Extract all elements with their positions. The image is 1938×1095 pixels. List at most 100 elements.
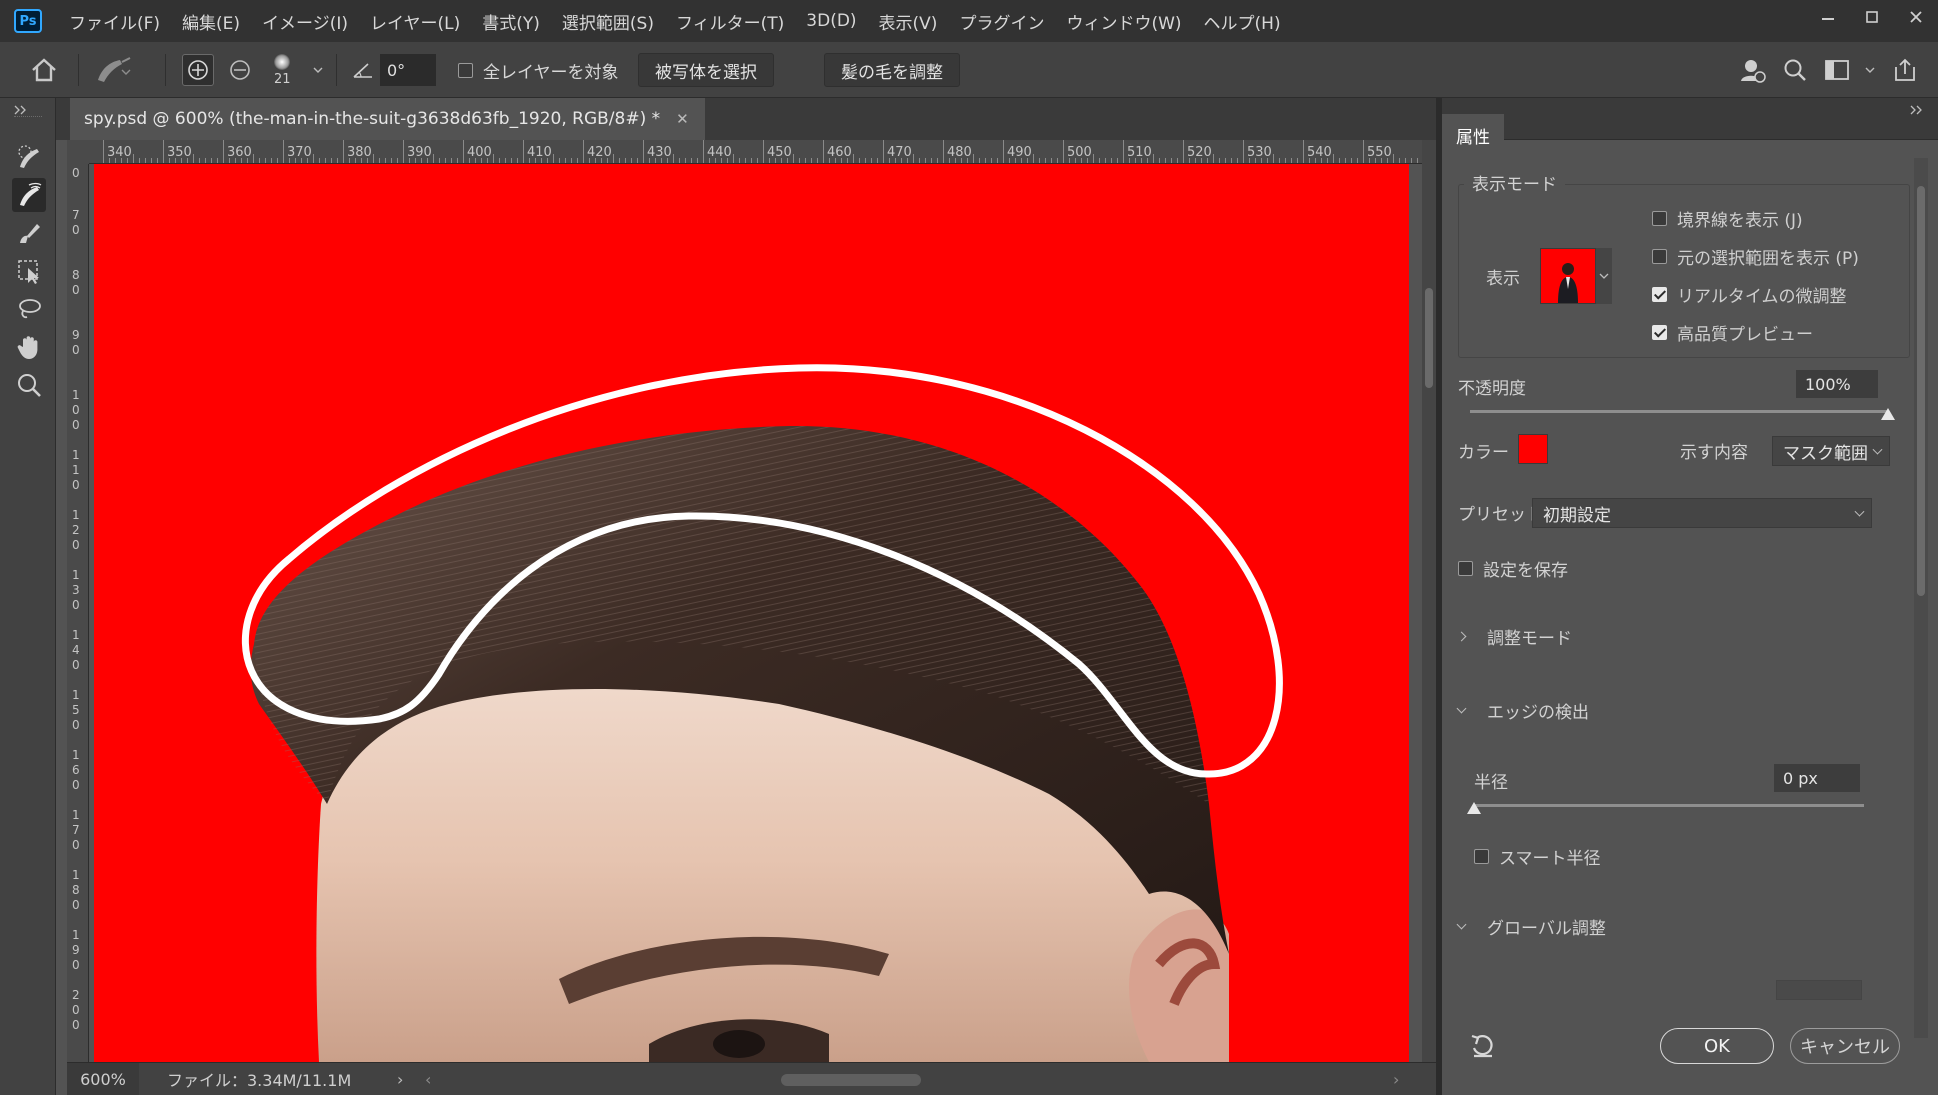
zoom-tool-icon[interactable] — [12, 368, 46, 402]
close-window-icon[interactable] — [1894, 0, 1938, 34]
ruler-minor-tick — [457, 158, 458, 163]
radius-input[interactable]: 0 px — [1774, 764, 1860, 792]
brush-size-picker[interactable]: 21 — [274, 42, 291, 98]
document-tab[interactable]: spy.psd @ 600% (the-man-in-the-suit-g363… — [70, 98, 705, 140]
menu-help[interactable]: ヘルプ(H) — [1193, 9, 1292, 34]
menu-image[interactable]: イメージ(I) — [251, 9, 359, 34]
minimize-icon[interactable] — [1806, 0, 1850, 34]
realtime-refine-checkbox[interactable] — [1652, 287, 1667, 302]
share-icon[interactable] — [1892, 42, 1918, 98]
menu-select[interactable]: 選択範囲(S) — [551, 9, 665, 34]
ruler-minor-tick — [271, 158, 272, 163]
ruler-minor-tick — [895, 158, 896, 163]
indicates-dropdown[interactable]: マスク範囲 — [1772, 436, 1890, 466]
lasso-tool-icon[interactable] — [12, 292, 46, 326]
ruler-minor-tick — [1231, 158, 1232, 163]
high-quality-preview-checkbox[interactable] — [1652, 325, 1667, 340]
vertical-scroll-thumb[interactable] — [1425, 288, 1433, 388]
ok-button[interactable]: OK — [1660, 1028, 1774, 1064]
close-tab-icon[interactable]: ✕ — [676, 110, 689, 128]
hand-tool-icon[interactable] — [12, 330, 46, 364]
ruler-minor-tick — [733, 154, 734, 163]
reset-icon[interactable] — [1468, 1032, 1498, 1065]
ruler-minor-tick — [955, 158, 956, 163]
menu-file[interactable]: ファイル(F) — [58, 9, 171, 34]
menu-edit[interactable]: 編集(E) — [171, 9, 251, 34]
subtract-from-selection-icon[interactable] — [228, 42, 252, 98]
panel-scroll-thumb[interactable] — [1917, 186, 1925, 596]
high-quality-preview-option[interactable]: 高品質プレビュー — [1652, 320, 1813, 345]
ruler-minor-tick — [355, 158, 356, 163]
cancel-button[interactable]: キャンセル — [1790, 1028, 1900, 1064]
ruler-label: 410 — [527, 145, 552, 160]
global-refinements-field[interactable] — [1776, 980, 1862, 1000]
status-expand-icon[interactable]: › — [397, 1070, 403, 1089]
radius-slider-track[interactable] — [1474, 804, 1864, 807]
panel-scrollbar[interactable] — [1914, 158, 1928, 1038]
menu-3d[interactable]: 3D(D) — [795, 11, 867, 31]
menu-filter[interactable]: フィルター(T) — [665, 9, 795, 34]
remember-settings-checkbox[interactable] — [1458, 561, 1473, 576]
angle-input[interactable]: 0° — [380, 54, 436, 86]
workspace-icon[interactable] — [1824, 42, 1850, 98]
brush-tool-icon[interactable] — [12, 216, 46, 250]
ruler-label: 490 — [1007, 145, 1032, 160]
view-chevron-down-icon[interactable] — [1596, 248, 1612, 304]
sample-all-layers-toggle[interactable]: 全レイヤーを対象 — [458, 42, 619, 98]
show-edge-option[interactable]: 境界線を表示 (J) — [1652, 206, 1803, 231]
preset-dropdown[interactable]: 初期設定 — [1532, 498, 1872, 528]
sample-all-layers-checkbox[interactable] — [458, 62, 473, 78]
refine-hair-button[interactable]: 髪の毛を調整 — [824, 53, 960, 87]
refine-brush-preset-icon[interactable] — [92, 42, 136, 98]
home-icon[interactable] — [30, 42, 58, 98]
collapse-panel-icon[interactable] — [1910, 100, 1924, 120]
opacity-slider-track[interactable] — [1470, 410, 1888, 413]
menu-plugins[interactable]: プラグイン — [948, 9, 1055, 34]
zoom-level[interactable]: 600% — [67, 1062, 139, 1095]
realtime-refine-option[interactable]: リアルタイムの微調整 — [1652, 282, 1847, 307]
search-icon[interactable] — [1782, 42, 1808, 98]
account-icon[interactable] — [1738, 42, 1766, 98]
workspace-chevron-down-icon[interactable] — [1864, 42, 1876, 98]
ruler-minor-tick — [1291, 158, 1292, 163]
opacity-slider-thumb[interactable] — [1881, 408, 1895, 420]
show-original-checkbox[interactable] — [1652, 249, 1667, 264]
overlay-color-swatch[interactable] — [1518, 434, 1548, 464]
edge-detection-section-toggle[interactable]: エッジの検出 — [1456, 698, 1589, 723]
object-selection-tool-icon[interactable] — [12, 254, 46, 288]
tab-properties[interactable]: 属性 — [1442, 114, 1504, 156]
ruler-minor-tick — [1069, 158, 1070, 163]
chevron-down-icon — [1456, 919, 1467, 930]
ruler-minor-tick — [829, 158, 830, 163]
quick-selection-tool-icon[interactable] — [12, 140, 46, 174]
hscroll-right-icon[interactable]: › — [1393, 1070, 1399, 1089]
smart-radius-option[interactable]: スマート半径 — [1474, 844, 1601, 869]
menu-type[interactable]: 書式(Y) — [471, 9, 551, 34]
maximize-icon[interactable] — [1850, 0, 1894, 34]
smart-radius-checkbox[interactable] — [1474, 849, 1489, 864]
menu-layer[interactable]: レイヤー(L) — [359, 9, 471, 34]
chevron-down-icon[interactable] — [312, 42, 324, 98]
show-edge-checkbox[interactable] — [1652, 211, 1667, 226]
vertical-scrollbar[interactable] — [1422, 140, 1436, 1062]
horizontal-scroll-thumb[interactable] — [781, 1074, 921, 1086]
show-original-option[interactable]: 元の選択範囲を表示 (P) — [1652, 244, 1859, 269]
refine-edge-brush-tool-icon[interactable] — [12, 178, 46, 212]
remember-settings-option[interactable]: 設定を保存 — [1458, 556, 1568, 581]
ruler-minor-tick — [1201, 158, 1202, 163]
menu-view[interactable]: 表示(V) — [868, 9, 949, 34]
ruler-minor-tick — [691, 158, 692, 163]
ruler-minor-tick — [613, 154, 614, 163]
menu-window[interactable]: ウィンドウ(W) — [1055, 9, 1192, 34]
opacity-input[interactable]: 100% — [1796, 370, 1878, 398]
global-refinements-section-toggle[interactable]: グローバル調整 — [1456, 914, 1606, 939]
ruler-minor-tick — [247, 158, 248, 163]
view-thumbnail-dropdown[interactable] — [1540, 248, 1612, 304]
select-subject-button[interactable]: 被写体を選択 — [638, 53, 774, 87]
add-to-selection-icon[interactable] — [182, 42, 214, 98]
canvas[interactable] — [89, 164, 1422, 1062]
radius-slider-thumb[interactable] — [1467, 802, 1481, 814]
file-info[interactable]: ファイル：3.34M/11.1M — [167, 1067, 351, 1091]
hscroll-left-icon[interactable]: ‹ — [425, 1070, 431, 1089]
refine-mode-section-toggle[interactable]: 調整モード — [1456, 624, 1572, 649]
